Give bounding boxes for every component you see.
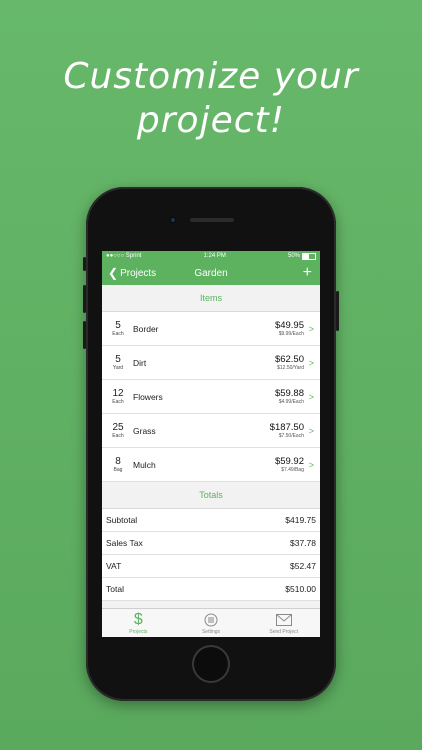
tab-projects[interactable]: $ Projects bbox=[102, 609, 175, 637]
item-quantity: 12 Each bbox=[106, 388, 130, 405]
chevron-left-icon: ❮ bbox=[108, 266, 119, 280]
headline-line-2: project! bbox=[136, 100, 286, 141]
tab-send-project[interactable]: Send Project bbox=[247, 609, 320, 637]
totals-value: $419.75 bbox=[285, 515, 316, 525]
item-price: $49.95 $9.99/Each bbox=[275, 320, 304, 337]
totals-section-header: Totals bbox=[102, 482, 320, 508]
item-price: $62.50 $12.50/Yard bbox=[275, 354, 304, 371]
disclosure-arrow-icon: > bbox=[308, 459, 314, 470]
item-quantity: 8 Bag bbox=[106, 456, 130, 473]
list-item[interactable]: 8 Bag Mulch $59.92 $7.49/Bag > bbox=[102, 448, 320, 482]
status-bar: ●●○○○ Sprint 1:24 PM 50% bbox=[102, 251, 320, 261]
item-quantity: 25 Each bbox=[106, 422, 130, 439]
headline: Customize your project! bbox=[0, 55, 422, 143]
item-unit-price: $9.99/Each bbox=[278, 331, 304, 337]
item-quantity: 5 Each bbox=[106, 320, 130, 337]
volume-down-button bbox=[83, 321, 86, 349]
quantity-value: 8 bbox=[115, 456, 121, 467]
quantity-value: 25 bbox=[112, 422, 124, 433]
quantity-unit: Each bbox=[112, 331, 124, 337]
home-button bbox=[192, 645, 230, 683]
settings-icon bbox=[204, 612, 218, 628]
totals-value: $37.78 bbox=[290, 538, 316, 548]
back-button[interactable]: ❮ Projects bbox=[108, 266, 156, 280]
volume-up-button bbox=[83, 285, 86, 313]
item-unit-price: $4.99/Each bbox=[278, 399, 304, 405]
navigation-bar: ❮ Projects Garden + bbox=[102, 261, 320, 285]
disclosure-arrow-icon: > bbox=[308, 391, 314, 402]
tab-bar: $ Projects Settings Send Project bbox=[102, 608, 320, 637]
tab-label: Send Project bbox=[269, 628, 298, 635]
back-button-label: Projects bbox=[120, 267, 157, 279]
quantity-unit: Bag bbox=[113, 467, 123, 473]
headline-line-1: Customize your bbox=[63, 56, 359, 97]
carrier-label: ●●○○○ Sprint bbox=[106, 253, 142, 259]
phone-frame: ●●○○○ Sprint 1:24 PM 50% ❮ Projects Gard… bbox=[83, 187, 339, 701]
list-item[interactable]: 5 Yard Dirt $62.50 $12.50/Yard > bbox=[102, 346, 320, 380]
totals-value: $510.00 bbox=[285, 584, 316, 594]
quantity-unit: Yard bbox=[112, 365, 124, 371]
battery-status: 50% bbox=[287, 252, 316, 260]
item-total-price: $49.95 bbox=[274, 320, 304, 331]
list-item[interactable]: 25 Each Grass $187.50 $7.50/Each > bbox=[102, 414, 320, 448]
totals-label: Subtotal bbox=[106, 515, 138, 525]
item-name: Flowers bbox=[133, 391, 163, 402]
items-section-header: Items bbox=[102, 285, 320, 311]
list-item[interactable]: 12 Each Flowers $59.88 $4.99/Each > bbox=[102, 380, 320, 414]
disclosure-arrow-icon: > bbox=[308, 357, 314, 368]
dollar-icon: $ bbox=[133, 610, 143, 628]
item-name: Border bbox=[133, 323, 159, 334]
app-screen: ●●○○○ Sprint 1:24 PM 50% ❮ Projects Gard… bbox=[102, 251, 320, 637]
status-time: 1:24 PM bbox=[203, 253, 226, 259]
totals-label: Sales Tax bbox=[106, 538, 143, 548]
item-unit-price: $7.50/Each bbox=[278, 433, 304, 439]
item-total-price: $59.88 bbox=[274, 388, 304, 399]
front-camera bbox=[169, 216, 177, 224]
quantity-value: 12 bbox=[112, 388, 124, 399]
totals-label: Total bbox=[106, 584, 124, 594]
battery-icon bbox=[302, 252, 316, 260]
tab-settings[interactable]: Settings bbox=[175, 609, 248, 637]
item-total-price: $187.50 bbox=[269, 422, 304, 433]
totals-value: $52.47 bbox=[290, 561, 316, 571]
battery-percent: 50% bbox=[287, 253, 300, 259]
disclosure-arrow-icon: > bbox=[308, 425, 314, 436]
power-button bbox=[336, 291, 339, 331]
quantity-unit: Each bbox=[112, 433, 124, 439]
totals-row-sales-tax: Sales Tax $37.78 bbox=[102, 532, 320, 555]
disclosure-arrow-icon: > bbox=[308, 323, 314, 334]
item-price: $59.92 $7.49/Bag bbox=[275, 456, 304, 473]
totals-label: VAT bbox=[106, 561, 122, 571]
item-total-price: $62.50 bbox=[274, 354, 304, 365]
items-list: 5 Each Border $49.95 $9.99/Each > 5 Yard… bbox=[102, 311, 320, 482]
totals-list: Subtotal $419.75 Sales Tax $37.78 VAT $5… bbox=[102, 508, 320, 601]
quantity-value: 5 bbox=[115, 320, 121, 331]
totals-row-subtotal: Subtotal $419.75 bbox=[102, 509, 320, 532]
add-item-button[interactable]: + bbox=[303, 265, 312, 281]
item-price: $59.88 $4.99/Each bbox=[275, 388, 304, 405]
tab-label: Projects bbox=[129, 628, 148, 635]
earpiece-speaker bbox=[190, 218, 234, 222]
quantity-value: 5 bbox=[115, 354, 121, 365]
mute-switch bbox=[83, 257, 86, 271]
envelope-icon bbox=[275, 612, 292, 628]
totals-row-total: Total $510.00 bbox=[102, 578, 320, 601]
item-unit-price: $12.50/Yard bbox=[277, 365, 304, 371]
tab-label: Settings bbox=[201, 628, 221, 635]
item-unit-price: $7.49/Bag bbox=[281, 467, 304, 473]
item-name: Grass bbox=[133, 425, 156, 436]
totals-row-vat: VAT $52.47 bbox=[102, 555, 320, 578]
item-total-price: $59.92 bbox=[274, 456, 304, 467]
quantity-unit: Each bbox=[112, 399, 124, 405]
item-quantity: 5 Yard bbox=[106, 354, 130, 371]
item-name: Mulch bbox=[133, 459, 156, 470]
item-price: $187.50 $7.50/Each bbox=[270, 422, 304, 439]
list-item[interactable]: 5 Each Border $49.95 $9.99/Each > bbox=[102, 312, 320, 346]
item-name: Dirt bbox=[133, 357, 147, 368]
